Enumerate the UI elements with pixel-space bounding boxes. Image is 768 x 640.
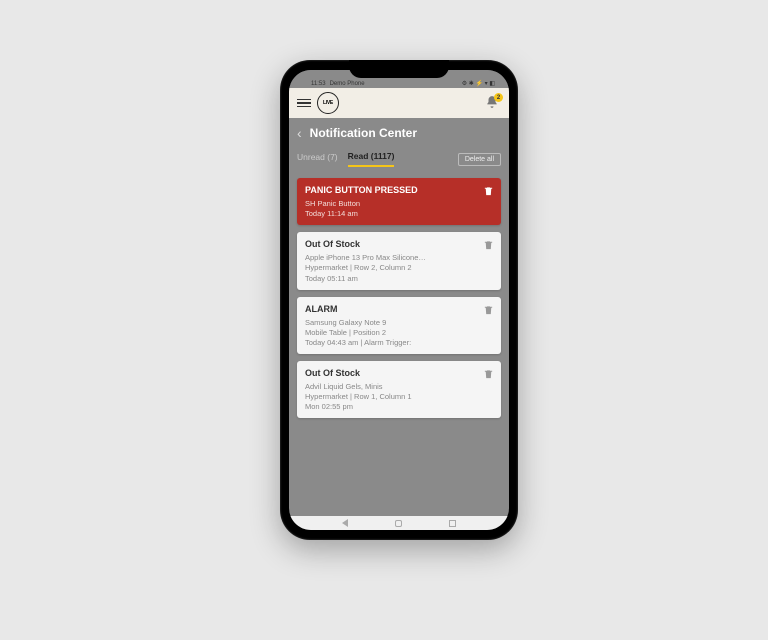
status-device: Demo Phone	[330, 81, 365, 87]
notification-card[interactable]: Out Of Stock Advil Liquid Gels, Minis Hy…	[297, 361, 501, 418]
card-title: Out Of Stock	[305, 368, 493, 378]
card-line: SH Panic Button	[305, 199, 493, 209]
delete-all-button[interactable]: Delete all	[458, 153, 501, 166]
notification-card[interactable]: ALARM Samsung Galaxy Note 9 Mobile Table…	[297, 297, 501, 354]
app-logo: LIVE	[317, 92, 339, 114]
trash-icon[interactable]	[483, 303, 494, 315]
nav-recent-icon[interactable]	[449, 520, 456, 527]
status-icons: ⚙ ✱ ⚡ ▾ ◧	[462, 80, 495, 87]
card-line: Samsung Galaxy Note 9	[305, 318, 493, 328]
card-timestamp: Today 11:14 am	[305, 209, 493, 219]
notifications-icon[interactable]: 2	[485, 95, 501, 111]
notification-badge: 2	[494, 93, 503, 102]
android-navbar	[289, 516, 509, 530]
back-icon[interactable]: ‹	[297, 125, 302, 141]
phone-frame: 11:53 Demo Phone ⚙ ✱ ⚡ ▾ ◧ LIVE 2 ‹ Noti…	[280, 60, 518, 540]
notification-card[interactable]: PANIC BUTTON PRESSED SH Panic Button Tod…	[297, 178, 501, 225]
app-bar: LIVE 2	[289, 88, 509, 118]
card-title: PANIC BUTTON PRESSED	[305, 185, 493, 195]
card-line: Apple iPhone 13 Pro Max Silicone…	[305, 253, 493, 263]
card-timestamp: Today 04:43 am | Alarm Trigger:	[305, 338, 493, 348]
page-title: Notification Center	[310, 126, 417, 140]
menu-icon[interactable]	[297, 99, 311, 108]
tab-row: Unread (7) Read (1117) Delete all	[289, 148, 509, 170]
card-title: Out Of Stock	[305, 239, 493, 249]
trash-icon[interactable]	[483, 184, 494, 196]
title-bar: ‹ Notification Center	[289, 118, 509, 148]
card-line: Advil Liquid Gels, Minis	[305, 382, 493, 392]
nav-back-icon[interactable]	[342, 519, 348, 527]
status-time: 11:53	[311, 81, 326, 87]
trash-icon[interactable]	[483, 238, 494, 250]
card-timestamp: Mon 02:55 pm	[305, 402, 493, 412]
tab-unread[interactable]: Unread (7)	[297, 152, 338, 166]
notification-card[interactable]: Out Of Stock Apple iPhone 13 Pro Max Sil…	[297, 232, 501, 289]
nav-home-icon[interactable]	[395, 520, 402, 527]
tab-read[interactable]: Read (1117)	[348, 151, 395, 167]
notification-list[interactable]: PANIC BUTTON PRESSED SH Panic Button Tod…	[289, 170, 509, 516]
card-line: Hypermarket | Row 2, Column 2	[305, 263, 493, 273]
card-timestamp: Today 05:11 am	[305, 274, 493, 284]
card-line: Mobile Table | Position 2	[305, 328, 493, 338]
screen: 11:53 Demo Phone ⚙ ✱ ⚡ ▾ ◧ LIVE 2 ‹ Noti…	[289, 70, 509, 530]
card-title: ALARM	[305, 304, 493, 314]
trash-icon[interactable]	[483, 367, 494, 379]
card-line: Hypermarket | Row 1, Column 1	[305, 392, 493, 402]
phone-notch	[349, 60, 449, 78]
